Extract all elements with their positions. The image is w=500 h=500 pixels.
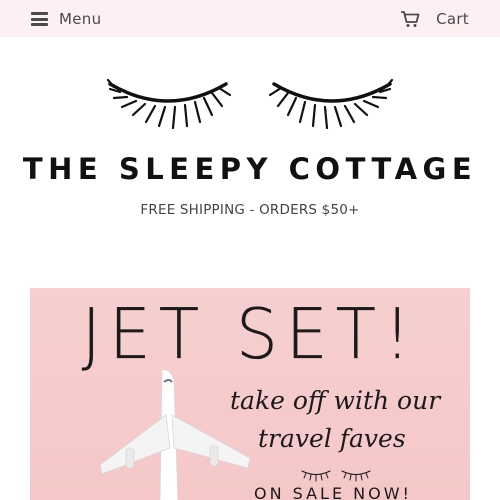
top-bar: Menu Cart [0, 0, 500, 37]
airplane-image [100, 370, 250, 500]
menu-label: Menu [59, 10, 102, 28]
brand-name[interactable]: THE SLEEPY COTTAGE [0, 152, 500, 186]
hero-sale-text: ON SALE NOW! [254, 484, 412, 500]
hamburger-icon [31, 12, 48, 26]
menu-button[interactable]: Menu [31, 9, 101, 29]
hero-tagline-line1: take off with our [230, 386, 441, 415]
cart-label: Cart [436, 10, 469, 28]
hero-banner[interactable]: JET SET! take off with our travel faves … [30, 288, 470, 500]
cart-button[interactable]: Cart [400, 9, 469, 29]
cart-icon [401, 11, 420, 27]
mini-eyelashes-icon [301, 470, 371, 482]
shipping-banner: FREE SHIPPING - ORDERS $50+ [140, 202, 360, 218]
hero-title: JET SET! [81, 294, 419, 375]
hero-tagline-line2: travel faves [258, 424, 406, 453]
eyelashes-logo[interactable] [100, 70, 400, 140]
